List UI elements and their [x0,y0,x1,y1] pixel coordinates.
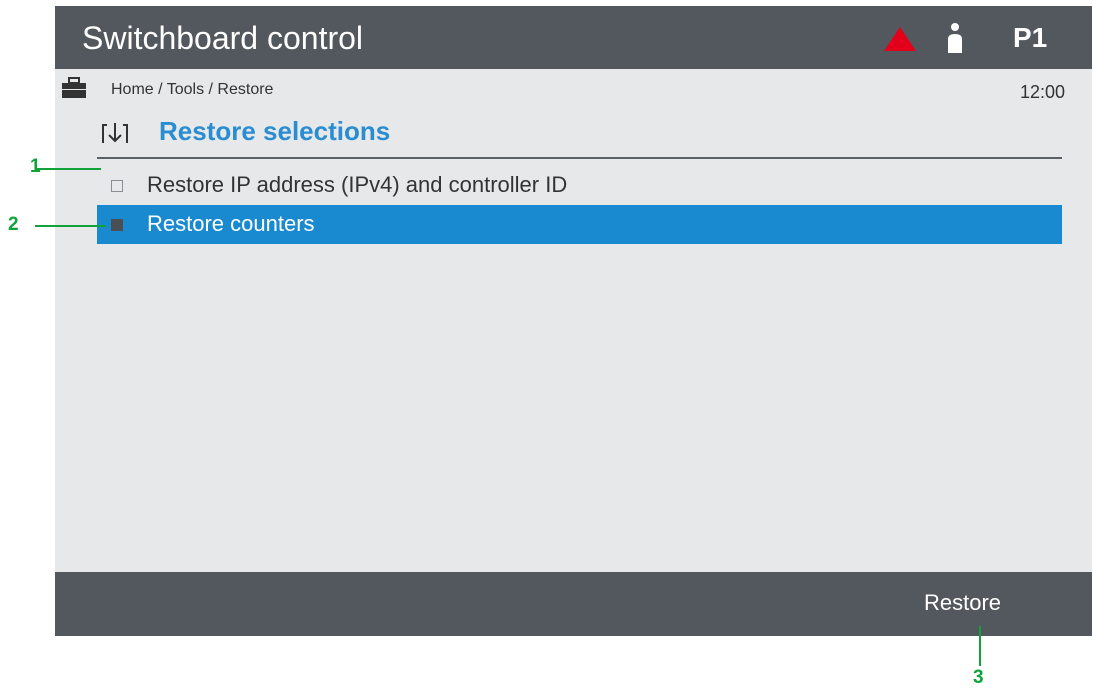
page: Switchboard control P1 Home / Tools / Re… [0,0,1093,693]
clock: 12:00 [1019,82,1065,102]
list-item-label: Restore counters [147,211,315,236]
list-item-label: Restore IP address (IPv4) and controller… [147,172,568,197]
callout-number-1: 1 [30,156,41,177]
checkbox-checked[interactable] [111,219,123,231]
softkey-bar: Restore [55,572,1092,636]
user-icon[interactable] [946,23,964,53]
callout-number-3: 3 [973,667,984,688]
title-bar: Switchboard control P1 [55,6,1092,69]
section-title: Restore selections [159,116,391,146]
warning-triangle-icon[interactable] [883,26,917,52]
toolbox-icon [62,77,86,98]
profile-indicator[interactable]: P1 [1013,21,1047,55]
callout-number-2: 2 [8,214,19,235]
checkbox-unchecked[interactable] [111,180,123,192]
list-item-restore-ip[interactable]: Restore IP address (IPv4) and controller… [97,166,1062,205]
breadcrumb: Home / Tools / Restore [111,81,274,98]
divider [97,157,1062,159]
callout-line-1 [37,168,101,170]
screen-title: Switchboard control [82,20,364,56]
restore-download-icon [102,123,128,143]
callout-line-3 [979,626,981,666]
callout-line-2 [35,225,106,227]
hmi-screen: Switchboard control P1 Home / Tools / Re… [55,6,1092,636]
restore-button[interactable]: Restore [924,589,1001,617]
list-item-restore-counters[interactable]: Restore counters [97,205,1062,244]
